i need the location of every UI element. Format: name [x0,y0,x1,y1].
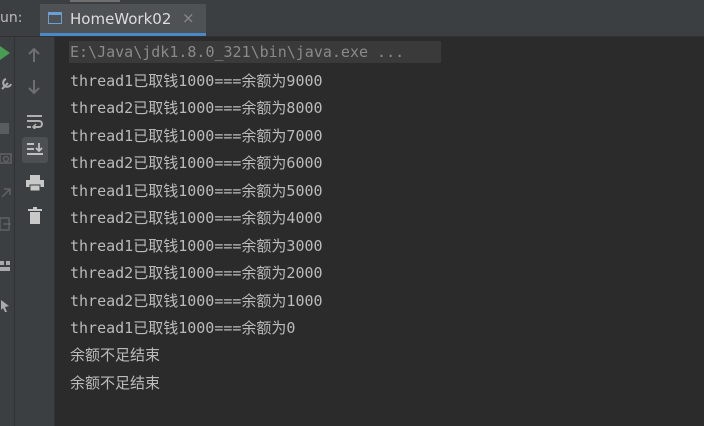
layout-icon[interactable] [0,261,12,273]
down-arrow-icon[interactable] [27,79,41,95]
output-line: thread2已取钱1000===余额为6000 [70,154,323,172]
output-line: thread1已取钱1000===余额为3000 [70,237,323,255]
header-edge [70,0,120,2]
output-line: thread2已取钱1000===余额为8000 [70,99,323,117]
active-tab-indicator [40,33,206,36]
print-icon[interactable] [26,175,44,191]
output-line: 余额不足结束 [70,374,161,392]
run-tool-window-header: un: HomeWork02 × [0,0,704,37]
output-line: thread1已取钱1000===余额为0 [70,319,296,337]
console-output[interactable]: E:\Java\jdk1.8.0_321\bin\java.exe ... th… [55,37,704,426]
camera-icon[interactable] [0,151,12,165]
run-icon[interactable] [0,46,12,60]
run-label: un: [0,10,23,26]
output-line: thread2已取钱1000===余额为1000 [70,292,323,310]
application-icon [48,12,62,24]
command-line[interactable]: E:\Java\jdk1.8.0_321\bin\java.exe ... [70,43,404,61]
soft-wrap-icon[interactable] [26,113,44,129]
output-line: thread2已取钱1000===余额为2000 [70,264,323,282]
up-arrow-icon[interactable] [27,47,41,63]
scroll-to-end-icon [27,143,43,155]
pin-icon[interactable] [0,299,12,313]
output-line: thread1已取钱1000===余额为9000 [70,72,323,90]
exit-icon[interactable] [0,217,12,231]
stop-icon[interactable] [0,123,10,135]
close-icon[interactable]: × [182,9,195,27]
wrench-icon[interactable] [0,77,12,91]
trash-icon[interactable] [28,207,42,224]
tab-homework02[interactable]: HomeWork02 × [40,4,206,34]
tab-title: HomeWork02 [70,10,172,28]
output-line: thread1已取钱1000===余额为7000 [70,127,323,145]
output-line: thread2已取钱1000===余额为4000 [70,209,323,227]
console-toolbar [15,37,55,426]
arrow-icon[interactable] [0,185,12,199]
scroll-to-end-toggle[interactable] [22,137,48,163]
output-line: 余额不足结束 [70,346,161,364]
output-line: thread1已取钱1000===余额为5000 [70,182,323,200]
run-actions-strip [0,37,15,426]
